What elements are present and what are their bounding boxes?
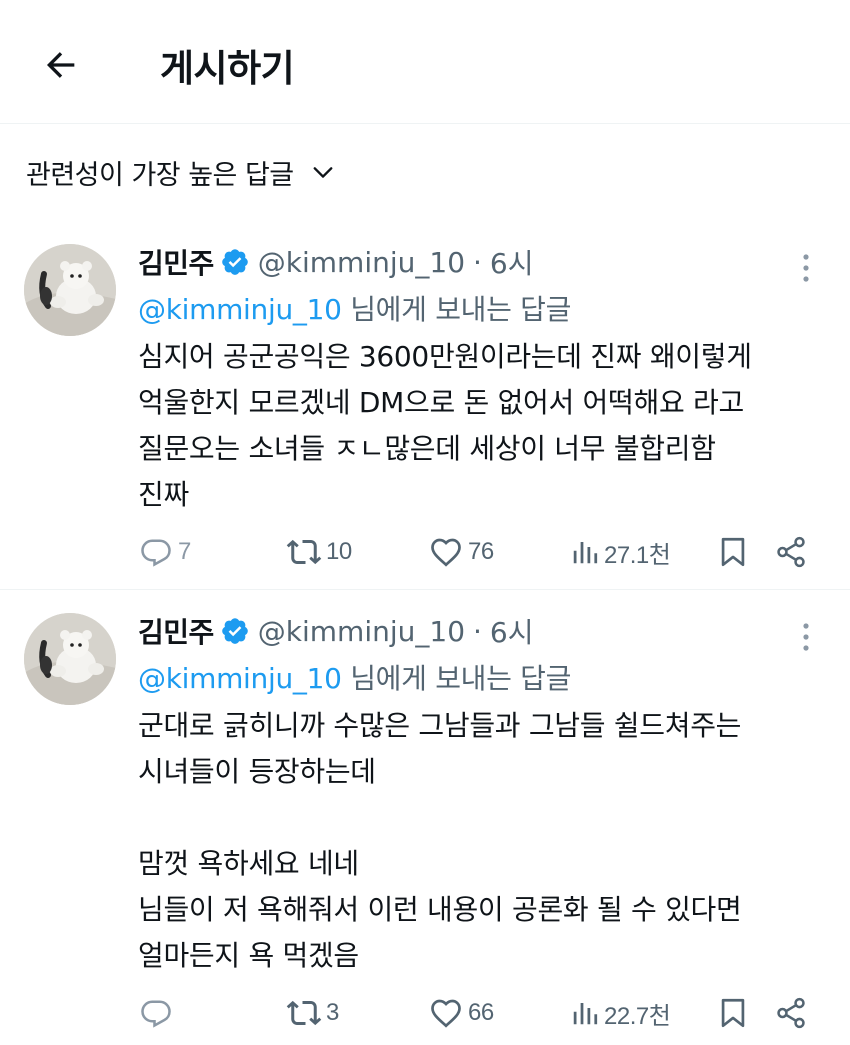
views-icon	[573, 1003, 598, 1025]
reply-text: 심지어 공군공익은 3600만원이라는데 진짜 왜이렇게 억울한지 모르겠네 D…	[138, 340, 752, 511]
reply-header: 김민주 @kimminju_10 · 6시	[138, 607, 826, 655]
share-button[interactable]	[774, 532, 808, 572]
like-count: 66	[468, 999, 494, 1026]
bookmark-icon	[721, 998, 745, 1028]
like-count: 76	[468, 538, 494, 565]
retweet-icon	[286, 539, 322, 565]
like-icon	[431, 999, 461, 1028]
avatar[interactable]	[24, 244, 116, 336]
retweet-button[interactable]: 3	[286, 993, 339, 1033]
more-button[interactable]	[786, 617, 826, 657]
views-button[interactable]: 22.7천	[570, 993, 671, 1033]
reply-icon	[141, 539, 171, 567]
like-button[interactable]: 66	[428, 993, 494, 1033]
like-button[interactable]: 76	[428, 532, 494, 572]
verified-badge-icon	[220, 247, 250, 277]
replying-to-suffix: 님에게 보내는 답글	[341, 662, 572, 695]
replying-to-line: @kimminju_10 님에게 보내는 답글	[138, 286, 826, 334]
separator-dot: ·	[473, 614, 482, 648]
action-bar: 3 66 22.7천	[138, 993, 822, 1033]
reply-icon	[141, 1000, 171, 1028]
replying-to-line: @kimminju_10 님에게 보내는 답글	[138, 655, 826, 703]
reply-post[interactable]: 김민주 @kimminju_10 · 6시 @kimminju_10 님에게 보…	[0, 591, 850, 1045]
share-icon	[777, 997, 805, 1029]
chevron-down-icon	[312, 161, 334, 183]
bookmark-icon	[721, 537, 745, 567]
reply-content: 김민주 @kimminju_10 · 6시 @kimminju_10 님에게 보…	[138, 607, 826, 979]
reply-sort-dropdown[interactable]: 관련성이 가장 높은 답글	[26, 150, 334, 194]
author-name[interactable]: 김민주	[138, 611, 214, 651]
reply-button[interactable]	[138, 993, 178, 1033]
separator-dot: ·	[473, 245, 482, 279]
views-count: 22.7천	[604, 1002, 671, 1030]
reply-text: 군대로 긁히니까 수많은 그남들과 그남들 쉴드쳐주는 시녀들이 등장하는데 맘…	[138, 709, 742, 972]
bookmark-button[interactable]	[716, 993, 750, 1033]
bookmark-button[interactable]	[716, 532, 750, 572]
retweet-count: 3	[326, 999, 339, 1026]
mention-link[interactable]: @kimminju_10	[138, 662, 342, 695]
share-button[interactable]	[774, 993, 808, 1033]
views-icon	[573, 542, 598, 564]
reply-count: 7	[178, 538, 191, 565]
views-button[interactable]: 27.1천	[570, 532, 671, 572]
top-bar: 게시하기	[0, 0, 850, 124]
back-arrow-icon	[47, 52, 75, 78]
more-icon	[803, 623, 809, 651]
retweet-icon	[286, 1000, 322, 1026]
replying-to-suffix: 님에게 보내는 답글	[341, 293, 572, 326]
avatar[interactable]	[24, 613, 116, 705]
back-button[interactable]	[36, 40, 86, 90]
views-count: 27.1천	[604, 541, 671, 569]
author-name[interactable]: 김민주	[138, 242, 214, 282]
post-time[interactable]: 6시	[490, 611, 534, 651]
more-icon	[803, 254, 809, 282]
post-time[interactable]: 6시	[490, 242, 534, 282]
author-handle[interactable]: @kimminju_10	[258, 246, 465, 279]
author-handle[interactable]: @kimminju_10	[258, 615, 465, 648]
reply-header: 김민주 @kimminju_10 · 6시	[138, 238, 826, 286]
reply-content: 김민주 @kimminju_10 · 6시 @kimminju_10 님에게 보…	[138, 238, 826, 518]
retweet-count: 10	[326, 538, 352, 565]
action-bar: 7 10 76 27.1천	[138, 532, 822, 572]
like-icon	[431, 538, 461, 567]
verified-badge-icon	[220, 616, 250, 646]
more-button[interactable]	[786, 248, 826, 288]
share-icon	[777, 536, 805, 568]
retweet-button[interactable]: 10	[286, 532, 352, 572]
mention-link[interactable]: @kimminju_10	[138, 293, 342, 326]
reply-post[interactable]: 김민주 @kimminju_10 · 6시 @kimminju_10 님에게 보…	[0, 222, 850, 590]
reply-button[interactable]: 7	[138, 532, 191, 572]
page-title: 게시하기	[160, 47, 295, 90]
sort-label: 관련성이 가장 높은 답글	[26, 159, 294, 191]
